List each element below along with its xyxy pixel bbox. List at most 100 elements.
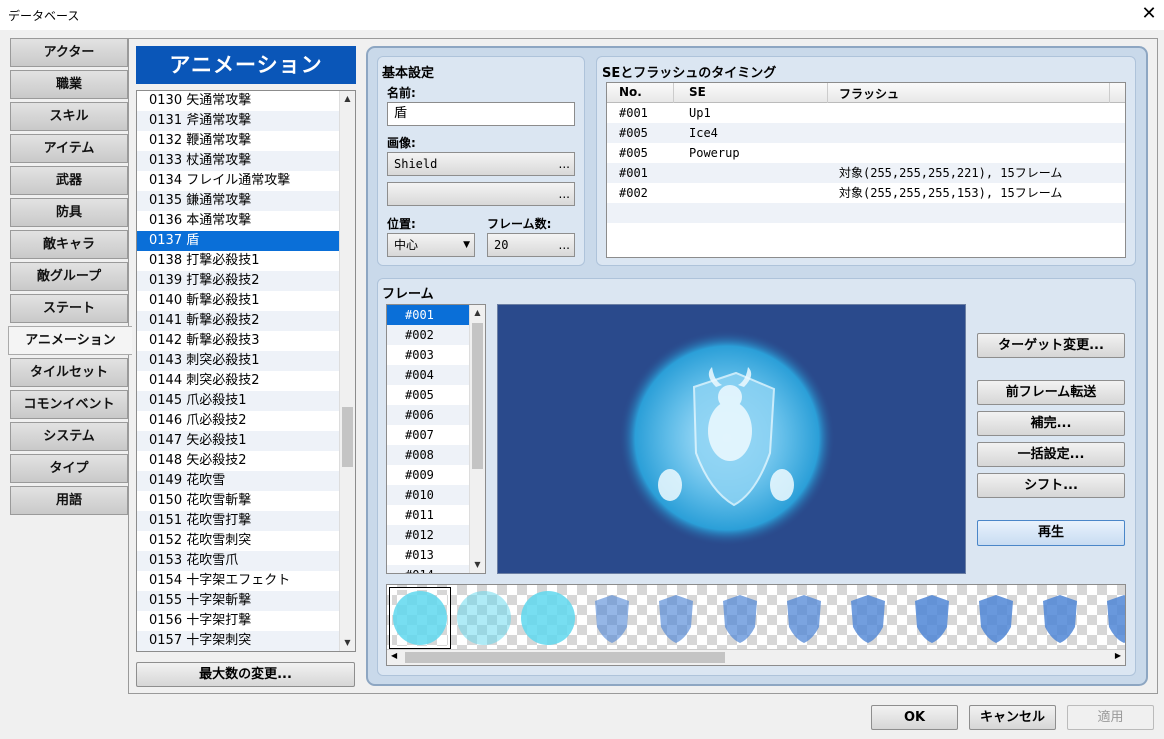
list-item[interactable]: 0146 爪必殺技2 xyxy=(137,411,355,431)
frames-count-field[interactable]: 20... xyxy=(487,233,575,257)
batch-settings-button[interactable]: 一括設定... xyxy=(977,442,1125,467)
scroll-thumb[interactable] xyxy=(472,323,483,469)
palette-cell[interactable] xyxy=(773,587,835,649)
list-item[interactable]: 0157 十字架刺突 xyxy=(137,631,355,651)
list-item[interactable]: 0140 斬撃必殺技1 xyxy=(137,291,355,311)
palette-cell[interactable] xyxy=(1029,587,1091,649)
scroll-thumb[interactable] xyxy=(342,407,353,467)
list-item[interactable]: 0155 十字架斬撃 xyxy=(137,591,355,611)
list-item[interactable]: 0147 矢必殺技1 xyxy=(137,431,355,451)
table-row[interactable] xyxy=(607,203,1125,223)
palette-cell[interactable] xyxy=(389,587,451,649)
cancel-button[interactable]: キャンセル xyxy=(969,705,1056,730)
scroll-down-icon[interactable]: ▼ xyxy=(340,635,355,651)
palette-cell[interactable] xyxy=(453,587,515,649)
close-icon[interactable]: ✕ xyxy=(1140,4,1158,24)
animation-list[interactable]: 0130 矢通常攻撃0131 斧通常攻撃0132 鞭通常攻撃0133 杖通常攻撃… xyxy=(136,90,356,652)
cell-flash: 対象(255,255,255,221), 15フレーム xyxy=(839,163,1062,183)
copy-prev-frame-button[interactable]: 前フレーム転送 xyxy=(977,380,1125,405)
target-change-button[interactable]: ターゲット変更... xyxy=(977,333,1125,358)
list-item[interactable]: 0141 斬撃必殺技2 xyxy=(137,311,355,331)
scroll-up-icon[interactable]: ▲ xyxy=(470,305,485,321)
tab-11[interactable]: コモンイベント xyxy=(10,390,128,419)
list-item[interactable]: 0143 刺突必殺技1 xyxy=(137,351,355,371)
cell-palette[interactable]: ◀ ▶ xyxy=(386,584,1126,666)
palette-cell[interactable] xyxy=(581,587,643,649)
change-max-button[interactable]: 最大数の変更... xyxy=(136,662,355,687)
play-button[interactable]: 再生 xyxy=(977,520,1125,546)
tab-9[interactable]: アニメーション xyxy=(8,326,132,355)
position-select[interactable]: 中心▼ xyxy=(387,233,475,257)
tab-1[interactable]: 職業 xyxy=(10,70,128,99)
list-item[interactable]: 0136 本通常攻撃 xyxy=(137,211,355,231)
table-row[interactable]: #001Up1 xyxy=(607,103,1125,123)
list-item[interactable]: 0156 十字架打撃 xyxy=(137,611,355,631)
frames-count-value: 20 xyxy=(494,238,508,252)
list-scrollbar[interactable]: ▲ ▼ xyxy=(339,91,355,651)
ok-button[interactable]: OK xyxy=(871,705,958,730)
image-select-1[interactable]: Shield... xyxy=(387,152,575,176)
tab-12[interactable]: システム xyxy=(10,422,128,451)
animation-preview[interactable] xyxy=(497,304,966,574)
tab-10[interactable]: タイルセット xyxy=(10,358,128,387)
table-row[interactable]: #005Ice4 xyxy=(607,123,1125,143)
list-item[interactable]: 0145 爪必殺技1 xyxy=(137,391,355,411)
palette-cell[interactable] xyxy=(1093,587,1126,649)
palette-cell[interactable] xyxy=(709,587,771,649)
list-item[interactable]: 0153 花吹雪爪 xyxy=(137,551,355,571)
scroll-thumb[interactable] xyxy=(405,652,725,663)
list-item[interactable]: 0131 斧通常攻撃 xyxy=(137,111,355,131)
list-item[interactable]: 0132 鞭通常攻撃 xyxy=(137,131,355,151)
tab-3[interactable]: アイテム xyxy=(10,134,128,163)
tab-14[interactable]: 用語 xyxy=(10,486,128,515)
palette-cell[interactable] xyxy=(965,587,1027,649)
table-row[interactable]: #001対象(255,255,255,221), 15フレーム xyxy=(607,163,1125,183)
frame-scrollbar[interactable]: ▲ ▼ xyxy=(469,305,485,573)
list-item[interactable]: 0151 花吹雪打撃 xyxy=(137,511,355,531)
list-item[interactable]: 0149 花吹雪 xyxy=(137,471,355,491)
tab-2[interactable]: スキル xyxy=(10,102,128,131)
list-item[interactable]: 0144 刺突必殺技2 xyxy=(137,371,355,391)
browse-icon: ... xyxy=(559,183,570,205)
palette-cell[interactable] xyxy=(901,587,963,649)
table-row[interactable]: #002対象(255,255,255,153), 15フレーム xyxy=(607,183,1125,203)
shift-button[interactable]: シフト... xyxy=(977,473,1125,498)
list-item[interactable]: 0150 花吹雪斬撃 xyxy=(137,491,355,511)
list-item[interactable]: 0154 十字架エフェクト xyxy=(137,571,355,591)
list-item[interactable]: 0148 矢必殺技2 xyxy=(137,451,355,471)
scroll-left-icon[interactable]: ◀ xyxy=(391,651,397,660)
tab-4[interactable]: 武器 xyxy=(10,166,128,195)
table-row[interactable] xyxy=(607,223,1125,243)
list-item[interactable]: 0138 打撃必殺技1 xyxy=(137,251,355,271)
table-row[interactable]: #005Powerup xyxy=(607,143,1125,163)
basic-settings-title: 基本設定 xyxy=(382,62,434,81)
tab-13[interactable]: タイプ xyxy=(10,454,128,483)
apply-button[interactable]: 適用 xyxy=(1067,705,1154,730)
scroll-up-icon[interactable]: ▲ xyxy=(340,91,355,107)
tab-5[interactable]: 防具 xyxy=(10,198,128,227)
tab-0[interactable]: アクター xyxy=(10,38,128,67)
list-item[interactable]: 0135 鎌通常攻撃 xyxy=(137,191,355,211)
list-item[interactable]: 0137 盾 xyxy=(137,231,355,251)
list-item[interactable]: 0152 花吹雪刺突 xyxy=(137,531,355,551)
list-item[interactable]: 0142 斬撃必殺技3 xyxy=(137,331,355,351)
list-item[interactable]: 0133 杖通常攻撃 xyxy=(137,151,355,171)
list-item[interactable]: 0139 打撃必殺技2 xyxy=(137,271,355,291)
palette-scrollbar[interactable]: ◀ ▶ xyxy=(387,649,1125,665)
frame-list[interactable]: #001#002#003#004#005#006#007#008#009#010… xyxy=(386,304,486,574)
se-flash-table[interactable]: No. SE フラッシュ #001Up1#005Ice4#005Powerup#… xyxy=(606,82,1126,258)
scroll-right-icon[interactable]: ▶ xyxy=(1115,651,1121,660)
tab-8[interactable]: ステート xyxy=(10,294,128,323)
image-select-2[interactable]: ... xyxy=(387,182,575,206)
palette-cell[interactable] xyxy=(837,587,899,649)
list-item[interactable]: 0134 フレイル通常攻撃 xyxy=(137,171,355,191)
tab-6[interactable]: 敵キャラ xyxy=(10,230,128,259)
chevron-down-icon: ▼ xyxy=(463,234,470,256)
list-item[interactable]: 0130 矢通常攻撃 xyxy=(137,91,355,111)
interpolate-button[interactable]: 補完... xyxy=(977,411,1125,436)
palette-cell[interactable] xyxy=(517,587,579,649)
scroll-down-icon[interactable]: ▼ xyxy=(470,557,485,573)
tab-7[interactable]: 敵グループ xyxy=(10,262,128,291)
palette-cell[interactable] xyxy=(645,587,707,649)
name-input[interactable]: 盾 xyxy=(387,102,575,126)
